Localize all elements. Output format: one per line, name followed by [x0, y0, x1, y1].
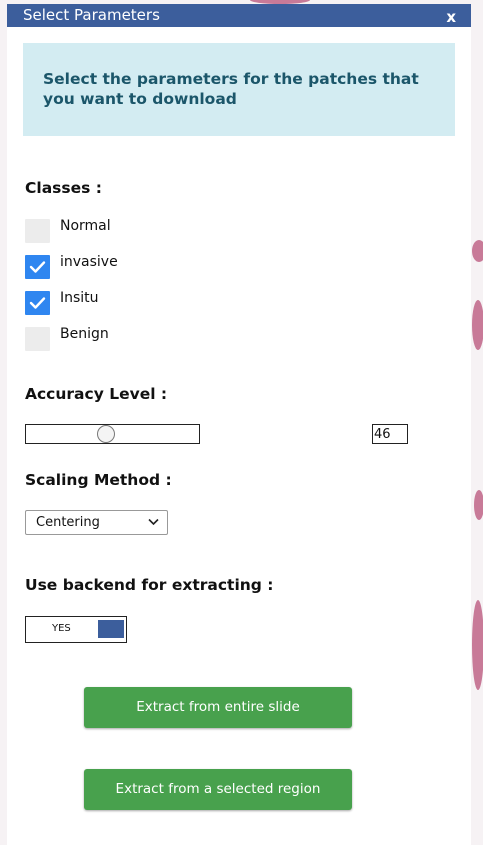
- tissue-stain: [472, 300, 483, 350]
- classes-heading: Classes :: [25, 179, 102, 197]
- chevron-down-icon: [148, 518, 159, 526]
- toggle-knob: [98, 620, 124, 638]
- extract-selected-region-button[interactable]: Extract from a selected region: [84, 769, 352, 810]
- class-option-invasive[interactable]: invasive: [25, 254, 245, 281]
- backend-heading: Use backend for extracting :: [25, 576, 274, 594]
- select-parameters-dialog: Select Parameters x Select the parameter…: [7, 4, 471, 849]
- slider-thumb[interactable]: [96, 425, 115, 443]
- extract-entire-slide-button[interactable]: Extract from entire slide: [84, 687, 352, 728]
- scaling-heading: Scaling Method :: [25, 471, 172, 489]
- info-banner: Select the parameters for the patches th…: [23, 43, 455, 136]
- close-button[interactable]: x: [446, 8, 456, 27]
- select-value: Centering: [36, 515, 100, 530]
- dialog-titlebar: Select Parameters x: [7, 4, 471, 27]
- checkbox[interactable]: [25, 327, 50, 351]
- accuracy-heading: Accuracy Level :: [25, 385, 168, 403]
- scaling-method-select[interactable]: Centering: [25, 510, 168, 535]
- tissue-stain: [472, 600, 483, 690]
- accuracy-value-input[interactable]: 46: [372, 424, 408, 444]
- class-option-benign[interactable]: Benign: [25, 326, 245, 353]
- toggle-label: YES: [52, 623, 71, 634]
- class-option-normal[interactable]: Normal: [25, 218, 245, 245]
- checkmark-icon: [29, 297, 46, 309]
- checkbox[interactable]: [25, 219, 50, 243]
- checkbox[interactable]: [25, 291, 50, 315]
- dialog-title: Select Parameters: [23, 6, 160, 24]
- tissue-stain: [474, 490, 483, 520]
- checkbox[interactable]: [25, 255, 50, 279]
- class-label: invasive: [60, 254, 118, 270]
- class-label: Benign: [60, 326, 109, 342]
- accuracy-slider[interactable]: [25, 424, 200, 444]
- tissue-stain: [472, 240, 483, 262]
- info-text: Select the parameters for the patches th…: [43, 70, 419, 108]
- checkmark-icon: [29, 261, 46, 273]
- backend-toggle[interactable]: YES: [25, 616, 127, 643]
- class-option-insitu[interactable]: Insitu: [25, 290, 245, 317]
- class-label: Normal: [60, 218, 111, 234]
- class-label: Insitu: [60, 290, 99, 306]
